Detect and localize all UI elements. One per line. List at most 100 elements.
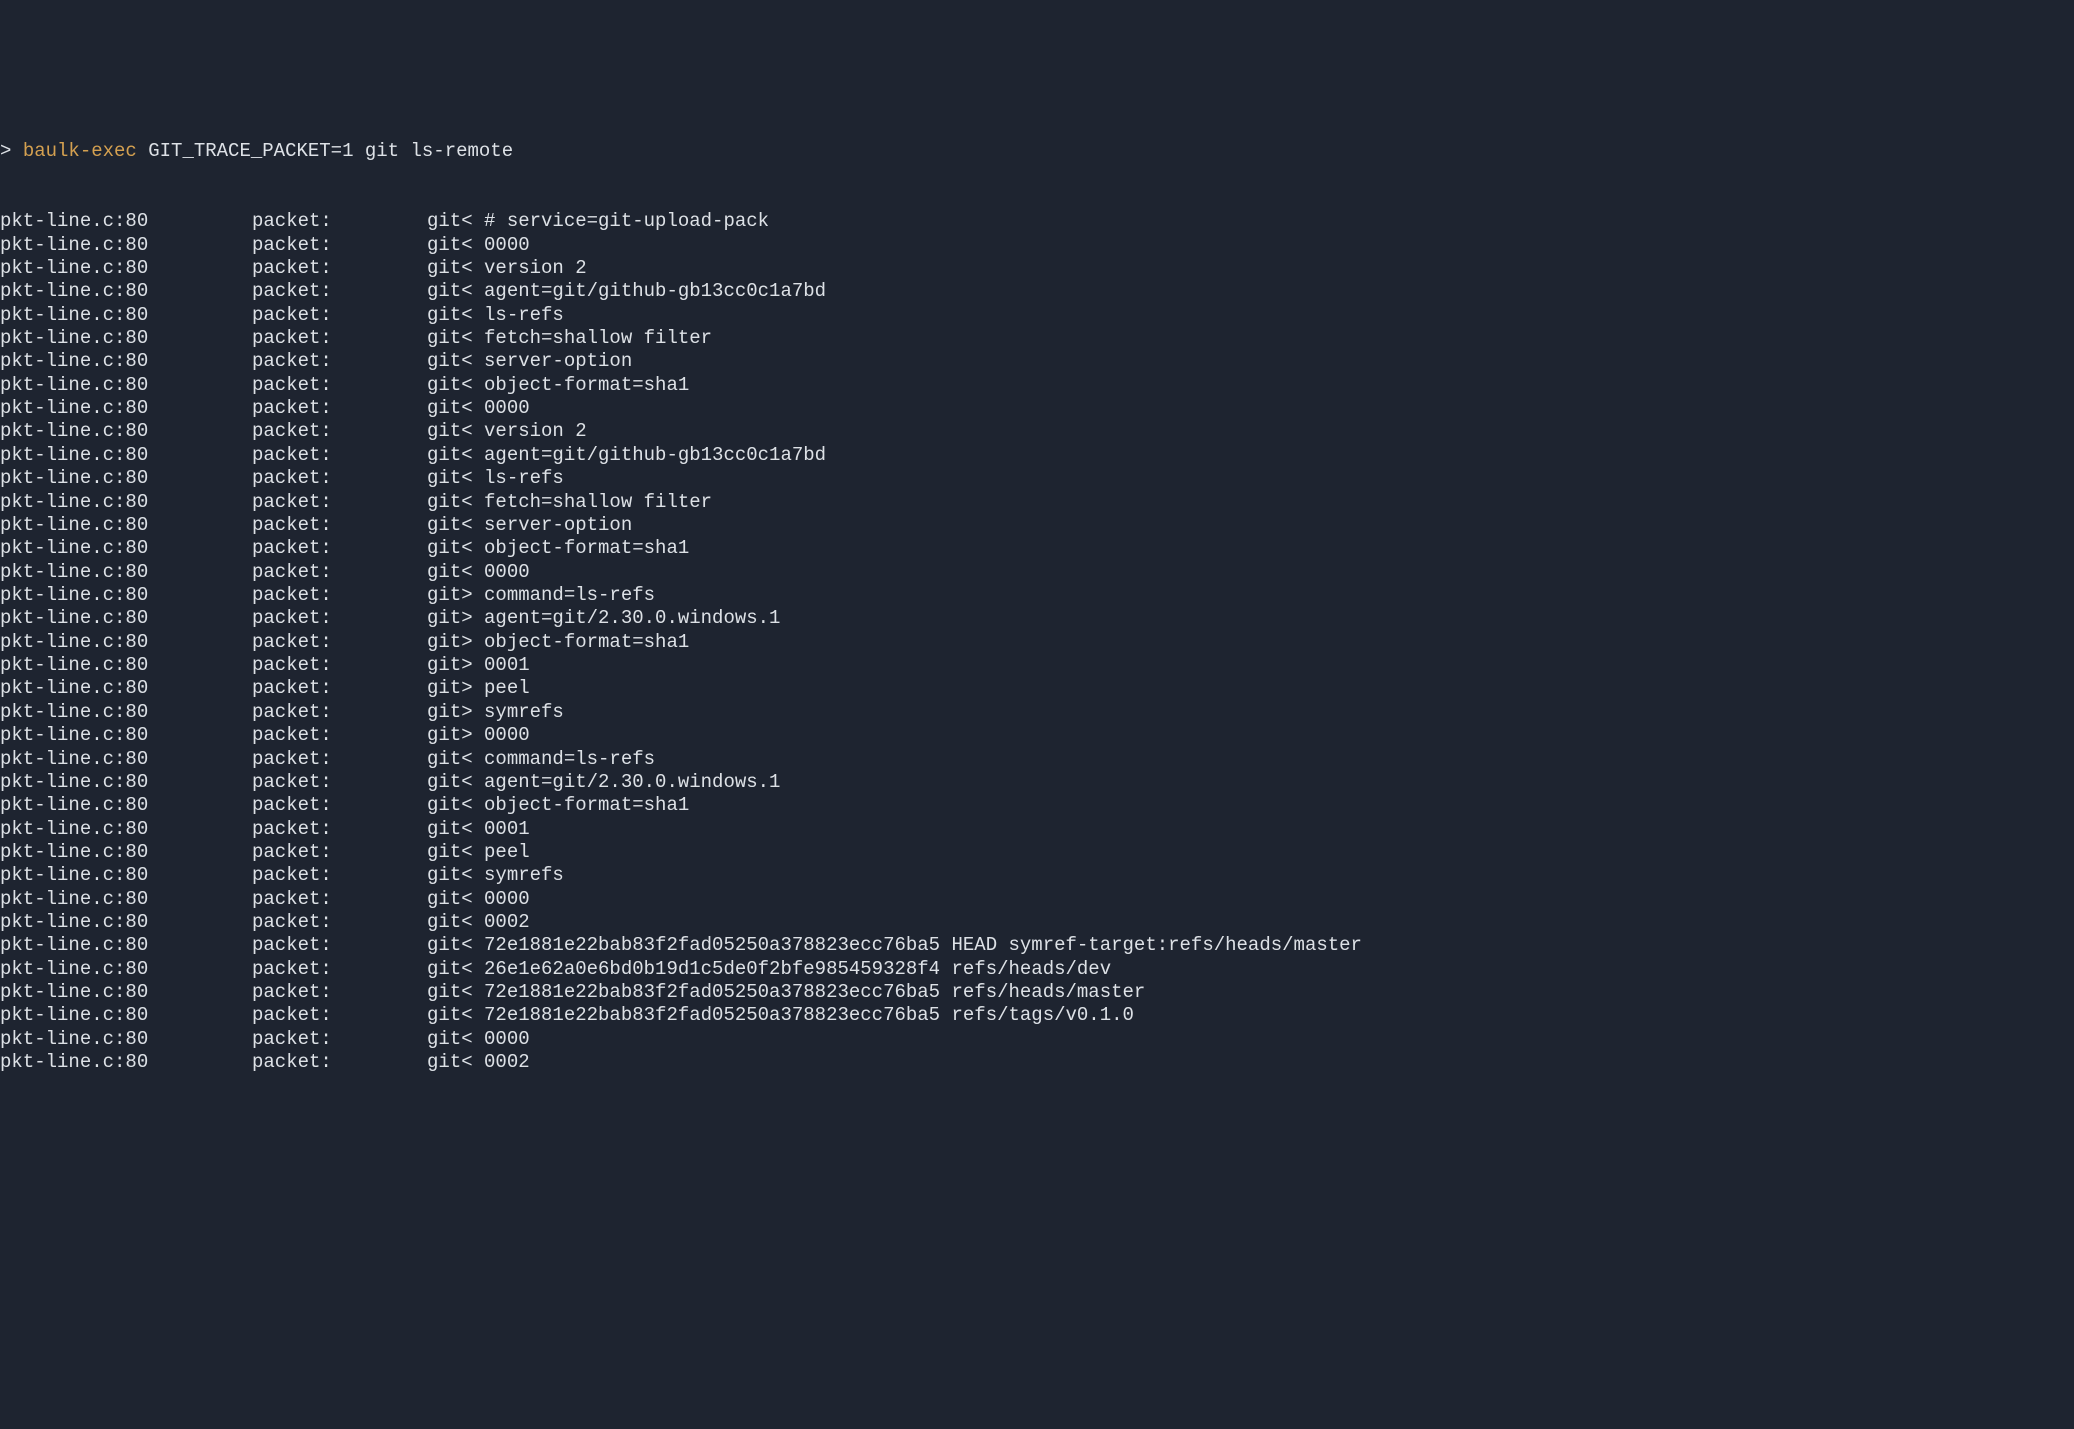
trace-line: pkt-line.c:80packet:git< 0000 <box>0 888 2068 911</box>
trace-line: pkt-line.c:80packet:git< 72e1881e22bab83… <box>0 981 2068 1004</box>
trace-label: packet: <box>252 654 427 677</box>
trace-label: packet: <box>252 374 427 397</box>
trace-label: packet: <box>252 467 427 490</box>
trace-content: git< ls-refs <box>427 467 564 489</box>
trace-content: git> symrefs <box>427 701 564 723</box>
trace-content: git< 72e1881e22bab83f2fad05250a378823ecc… <box>427 934 1362 956</box>
trace-content: git< fetch=shallow filter <box>427 491 712 513</box>
terminal-output[interactable]: > baulk-exec GIT_TRACE_PACKET=1 git ls-r… <box>0 93 2074 1097</box>
trace-source: pkt-line.c:80 <box>0 327 252 350</box>
trace-source: pkt-line.c:80 <box>0 257 252 280</box>
trace-line: pkt-line.c:80packet:git< fetch=shallow f… <box>0 491 2068 514</box>
trace-line: pkt-line.c:80packet:git< server-option <box>0 350 2068 373</box>
trace-line: pkt-line.c:80packet:git< 0002 <box>0 1051 2068 1074</box>
trace-content: git< 72e1881e22bab83f2fad05250a378823ecc… <box>427 981 1145 1003</box>
trace-line: pkt-line.c:80packet:git< 0002 <box>0 911 2068 934</box>
prompt-exec: baulk-exec <box>23 140 137 162</box>
trace-content: git< agent=git/2.30.0.windows.1 <box>427 771 780 793</box>
trace-line: pkt-line.c:80packet:git< 0001 <box>0 818 2068 841</box>
trace-source: pkt-line.c:80 <box>0 444 252 467</box>
trace-label: packet: <box>252 958 427 981</box>
trace-label: packet: <box>252 304 427 327</box>
trace-line: pkt-line.c:80packet:git< symrefs <box>0 864 2068 887</box>
trace-label: packet: <box>252 234 427 257</box>
trace-content: git> agent=git/2.30.0.windows.1 <box>427 607 780 629</box>
trace-source: pkt-line.c:80 <box>0 771 252 794</box>
trace-line: pkt-line.c:80packet:git> 0001 <box>0 654 2068 677</box>
trace-source: pkt-line.c:80 <box>0 280 252 303</box>
command-prompt-line: > baulk-exec GIT_TRACE_PACKET=1 git ls-r… <box>0 140 2068 163</box>
trace-label: packet: <box>252 1051 427 1074</box>
trace-content: git< peel <box>427 841 530 863</box>
trace-line: pkt-line.c:80packet:git> symrefs <box>0 701 2068 724</box>
trace-label: packet: <box>252 607 427 630</box>
trace-label: packet: <box>252 257 427 280</box>
trace-source: pkt-line.c:80 <box>0 537 252 560</box>
trace-label: packet: <box>252 327 427 350</box>
trace-label: packet: <box>252 491 427 514</box>
trace-content: git< server-option <box>427 514 632 536</box>
trace-source: pkt-line.c:80 <box>0 210 252 233</box>
trace-content: git< version 2 <box>427 257 587 279</box>
trace-line: pkt-line.c:80packet:git< object-format=s… <box>0 537 2068 560</box>
trace-label: packet: <box>252 350 427 373</box>
trace-label: packet: <box>252 280 427 303</box>
trace-label: packet: <box>252 1004 427 1027</box>
trace-line: pkt-line.c:80packet:git< agent=git/2.30.… <box>0 771 2068 794</box>
trace-source: pkt-line.c:80 <box>0 561 252 584</box>
trace-label: packet: <box>252 631 427 654</box>
trace-content: git< agent=git/github-gb13cc0c1a7bd <box>427 280 826 302</box>
prompt-args: GIT_TRACE_PACKET=1 git ls-remote <box>137 140 513 162</box>
trace-line: pkt-line.c:80packet:git< 0000 <box>0 397 2068 420</box>
trace-content: git> command=ls-refs <box>427 584 655 606</box>
trace-source: pkt-line.c:80 <box>0 491 252 514</box>
trace-content: git< object-format=sha1 <box>427 794 689 816</box>
trace-source: pkt-line.c:80 <box>0 888 252 911</box>
trace-line: pkt-line.c:80packet:git< command=ls-refs <box>0 748 2068 771</box>
trace-content: git< command=ls-refs <box>427 748 655 770</box>
trace-line: pkt-line.c:80packet:git< 0000 <box>0 234 2068 257</box>
trace-source: pkt-line.c:80 <box>0 958 252 981</box>
trace-source: pkt-line.c:80 <box>0 467 252 490</box>
trace-line: pkt-line.c:80packet:git< agent=git/githu… <box>0 280 2068 303</box>
trace-source: pkt-line.c:80 <box>0 350 252 373</box>
trace-line: pkt-line.c:80packet:git> agent=git/2.30.… <box>0 607 2068 630</box>
trace-line: pkt-line.c:80packet:git> 0000 <box>0 724 2068 747</box>
trace-content: git< ls-refs <box>427 304 564 326</box>
trace-content: git< 0000 <box>427 561 530 583</box>
trace-line: pkt-line.c:80packet:git< 72e1881e22bab83… <box>0 1004 2068 1027</box>
trace-label: packet: <box>252 584 427 607</box>
trace-source: pkt-line.c:80 <box>0 631 252 654</box>
trace-content: git> 0001 <box>427 654 530 676</box>
trace-label: packet: <box>252 537 427 560</box>
trace-source: pkt-line.c:80 <box>0 584 252 607</box>
trace-line: pkt-line.c:80packet:git< 72e1881e22bab83… <box>0 934 2068 957</box>
trace-source: pkt-line.c:80 <box>0 981 252 1004</box>
trace-line: pkt-line.c:80packet:git< 26e1e62a0e6bd0b… <box>0 958 2068 981</box>
trace-label: packet: <box>252 420 427 443</box>
trace-source: pkt-line.c:80 <box>0 374 252 397</box>
trace-label: packet: <box>252 818 427 841</box>
trace-line: pkt-line.c:80packet:git< server-option <box>0 514 2068 537</box>
trace-source: pkt-line.c:80 <box>0 607 252 630</box>
trace-content: git< agent=git/github-gb13cc0c1a7bd <box>427 444 826 466</box>
trace-label: packet: <box>252 677 427 700</box>
trace-label: packet: <box>252 888 427 911</box>
trace-label: packet: <box>252 841 427 864</box>
trace-content: git< 26e1e62a0e6bd0b19d1c5de0f2bfe985459… <box>427 958 1111 980</box>
trace-line: pkt-line.c:80packet:git< version 2 <box>0 420 2068 443</box>
trace-label: packet: <box>252 981 427 1004</box>
trace-content: git< symrefs <box>427 864 564 886</box>
trace-line: pkt-line.c:80packet:git< ls-refs <box>0 304 2068 327</box>
trace-line: pkt-line.c:80packet:git< 0000 <box>0 1028 2068 1051</box>
trace-source: pkt-line.c:80 <box>0 864 252 887</box>
trace-line: pkt-line.c:80packet:git< 0000 <box>0 561 2068 584</box>
trace-source: pkt-line.c:80 <box>0 1051 252 1074</box>
trace-label: packet: <box>252 771 427 794</box>
trace-line: pkt-line.c:80packet:git< ls-refs <box>0 467 2068 490</box>
trace-content: git< fetch=shallow filter <box>427 327 712 349</box>
trace-source: pkt-line.c:80 <box>0 304 252 327</box>
trace-line: pkt-line.c:80packet:git< fetch=shallow f… <box>0 327 2068 350</box>
trace-content: git< 0000 <box>427 397 530 419</box>
trace-line: pkt-line.c:80packet:git< object-format=s… <box>0 374 2068 397</box>
